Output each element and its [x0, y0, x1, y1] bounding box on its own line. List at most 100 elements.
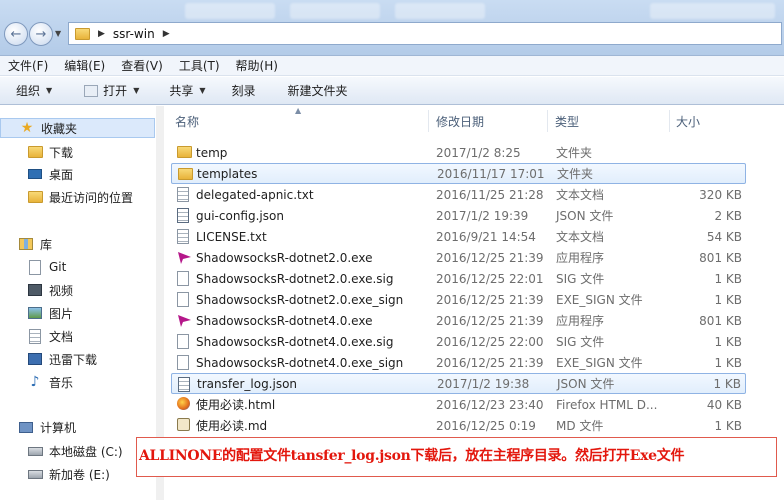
- nav-new-volume-e[interactable]: 新加卷 (E:): [27, 464, 110, 484]
- file-date: 2017/1/2 19:39: [436, 208, 529, 223]
- blurred-tab: [650, 3, 775, 19]
- menu-edit[interactable]: 编辑(E): [56, 57, 113, 74]
- file-row[interactable]: LICENSE.txt 2016/9/21 14:54 文本文档 54 KB: [171, 226, 746, 247]
- file-name: ShadowsocksR-dotnet4.0.exe: [196, 313, 373, 328]
- column-size-label: 大小: [676, 114, 701, 129]
- forward-button[interactable]: →: [29, 22, 53, 46]
- file-size: 1 KB: [714, 292, 742, 307]
- file-row[interactable]: ShadowsocksR-dotnet2.0.exe.sig 2016/12/25…: [171, 268, 746, 289]
- nav-favorites[interactable]: ★ 收藏夹: [0, 118, 155, 138]
- chevron-down-icon: ▼: [133, 86, 140, 95]
- column-header-name[interactable]: 名称: [175, 106, 425, 136]
- exe-app-icon: [177, 313, 192, 328]
- nav-videos-label: 视频: [49, 283, 74, 298]
- nav-desktop[interactable]: 桌面: [27, 164, 73, 184]
- breadcrumb-separator-icon[interactable]: ▶: [163, 29, 170, 39]
- pictures-icon: [27, 305, 43, 321]
- column-header-size[interactable]: 大小: [676, 106, 746, 136]
- file-size: 1 KB: [714, 334, 742, 349]
- nav-pictures[interactable]: 图片: [27, 303, 73, 323]
- column-header-type[interactable]: 类型: [555, 106, 665, 136]
- file-row[interactable]: 使用必读.md 2016/12/25 0:19 MD 文件 1 KB: [171, 415, 746, 436]
- recent-pages-dropdown-icon[interactable]: ▼: [55, 29, 61, 38]
- nav-libraries[interactable]: 库: [18, 234, 52, 254]
- file-date: 2016/12/25 0:19: [436, 418, 536, 433]
- new-folder-button[interactable]: 新建文件夹: [278, 79, 358, 103]
- file-type: SIG 文件: [556, 335, 605, 349]
- file-row[interactable]: ShadowsocksR-dotnet4.0.exe 2016/12/25 21:…: [171, 310, 746, 331]
- file-size: 801 KB: [699, 313, 742, 328]
- computer-icon: [18, 419, 34, 435]
- organize-button[interactable]: 组织 ▼: [6, 79, 62, 103]
- menu-view[interactable]: 查看(V): [113, 57, 171, 74]
- menu-help[interactable]: 帮助(H): [228, 57, 286, 74]
- nav-computer-label: 计算机: [40, 420, 77, 435]
- file-name: ShadowsocksR-dotnet2.0.exe: [196, 250, 373, 265]
- nav-documents[interactable]: 文档: [27, 326, 73, 346]
- drive-icon: [27, 466, 43, 482]
- menu-file[interactable]: 文件(F): [0, 57, 56, 74]
- nav-downloads[interactable]: 下载: [27, 142, 73, 162]
- file-size: 1 KB: [713, 376, 741, 391]
- column-divider[interactable]: [428, 110, 429, 132]
- firefox-html-icon: [177, 397, 192, 412]
- file-row[interactable]: temp 2017/1/2 8:25 文件夹: [171, 142, 746, 163]
- nav-documents-label: 文档: [49, 329, 74, 344]
- file-size: 1 KB: [714, 355, 742, 370]
- file-date: 2016/12/25 21:39: [436, 292, 544, 307]
- file-name: gui-config.json: [196, 208, 284, 223]
- file-date: 2016/11/25 21:28: [436, 187, 544, 202]
- file-name: 使用必读.md: [196, 419, 268, 433]
- file-date: 2016/9/21 14:54: [436, 229, 536, 244]
- file-size: 320 KB: [699, 187, 742, 202]
- nav-recent-places[interactable]: 最近访问的位置: [27, 187, 133, 207]
- burn-button[interactable]: 刻录: [222, 79, 266, 103]
- file-row[interactable]: transfer_log.json 2017/1/2 19:38 JSON 文件 1 …: [171, 373, 746, 394]
- nav-videos[interactable]: 视频: [27, 280, 73, 300]
- column-name-label: 名称: [175, 114, 200, 129]
- folder-icon: [177, 145, 192, 160]
- file-size: 1 KB: [714, 418, 742, 433]
- nav-thunder-downloads[interactable]: 迅雷下载: [27, 349, 97, 369]
- file-icon: [177, 334, 192, 349]
- column-divider[interactable]: [669, 110, 670, 132]
- column-header-date[interactable]: 修改日期: [436, 106, 546, 136]
- nav-favorites-label: 收藏夹: [41, 121, 78, 136]
- file-row[interactable]: templates 2016/11/17 17:01 文件夹: [171, 163, 746, 184]
- nav-thunder-label: 迅雷下载: [49, 352, 98, 367]
- file-row[interactable]: ShadowsocksR-dotnet2.0.exe_sign 2016/12/2…: [171, 289, 746, 310]
- nav-desktop-label: 桌面: [49, 167, 74, 182]
- share-button[interactable]: 共享 ▼: [159, 79, 215, 103]
- breadcrumb-ssr-win[interactable]: ssr-win: [113, 27, 155, 41]
- chevron-down-icon: ▼: [46, 86, 53, 95]
- nav-recent-label: 最近访问的位置: [49, 190, 134, 205]
- column-type-label: 类型: [555, 114, 580, 129]
- new-folder-label: 新建文件夹: [287, 84, 348, 98]
- address-bar[interactable]: ▶ ssr-win ▶: [68, 22, 782, 45]
- file-icon: [177, 355, 192, 370]
- file-row[interactable]: 使用必读.html 2016/12/23 23:40 Firefox HTML D.…: [171, 394, 746, 415]
- file-row[interactable]: ShadowsocksR-dotnet4.0.exe_sign 2016/12/2…: [171, 352, 746, 373]
- back-button[interactable]: ←: [4, 22, 28, 46]
- nav-music-label: 音乐: [49, 375, 74, 390]
- nav-music[interactable]: ♪ 音乐: [27, 372, 73, 392]
- file-row[interactable]: ShadowsocksR-dotnet2.0.exe 2016/12/25 21:…: [171, 247, 746, 268]
- file-date: 2016/12/25 22:00: [436, 334, 544, 349]
- nav-local-disk-c[interactable]: 本地磁盘 (C:): [27, 441, 123, 461]
- documents-icon: [27, 328, 43, 344]
- file-icon: [177, 292, 192, 307]
- file-date: 2017/1/2 8:25: [436, 145, 521, 160]
- exe-app-icon: [177, 250, 192, 265]
- file-row[interactable]: delegated-apnic.txt 2016/11/25 21:28 文本文档 3…: [171, 184, 746, 205]
- nav-computer[interactable]: 计算机: [18, 417, 76, 437]
- nav-git[interactable]: Git: [27, 257, 66, 277]
- menu-tools[interactable]: 工具(T): [171, 57, 228, 74]
- navigation-pane: ★ 收藏夹 下载 桌面 最近访问的位置 库 Git 视频 图片 文档 迅雷下载 …: [0, 106, 157, 500]
- file-date: 2016/12/25 22:01: [436, 271, 544, 286]
- breadcrumb-separator-icon[interactable]: ▶: [98, 29, 105, 39]
- file-row[interactable]: gui-config.json 2017/1/2 19:39 JSON 文件 2 KB: [171, 205, 746, 226]
- file-type: 应用程序: [556, 314, 605, 328]
- file-row[interactable]: ShadowsocksR-dotnet4.0.exe.sig 2016/12/25…: [171, 331, 746, 352]
- column-divider[interactable]: [547, 110, 548, 132]
- open-button[interactable]: 打开 ▼: [74, 79, 149, 103]
